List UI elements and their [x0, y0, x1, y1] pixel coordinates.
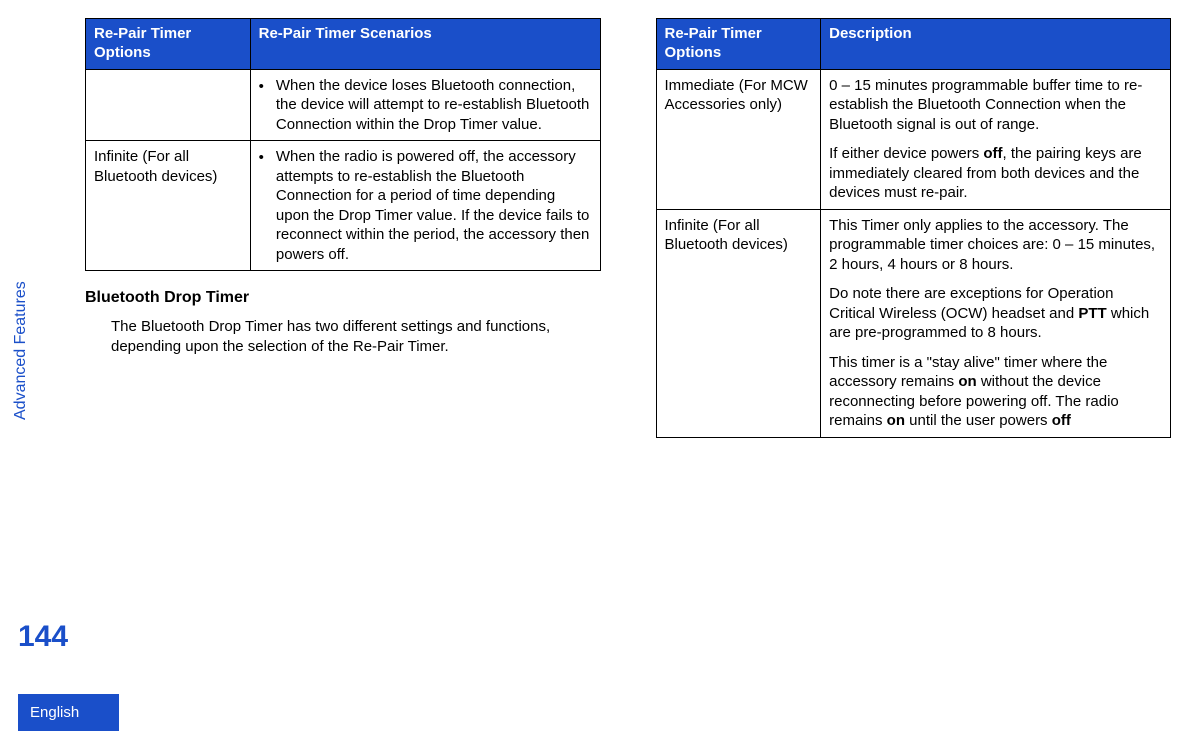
side-section-label: Advanced Features	[12, 281, 30, 420]
section-heading: Bluetooth Drop Timer	[85, 289, 601, 307]
desc-bold: PTT	[1078, 305, 1106, 322]
repair-timer-scenarios-table: Re-Pair Timer Options Re-Pair Timer Scen…	[85, 18, 601, 271]
table-header-row: Re-Pair Timer Options Re-Pair Timer Scen…	[86, 19, 601, 70]
table-row: Immediate (For MCW Accessories only) 0 –…	[656, 69, 1171, 209]
desc-bold: on	[887, 412, 905, 429]
bullet-item: When the radio is powered off, the acces…	[259, 147, 592, 264]
table-cell-option: Infinite (For all Bluetooth devices)	[86, 141, 251, 271]
left-column: Re-Pair Timer Options Re-Pair Timer Scen…	[85, 18, 601, 456]
table-cell-scenario: When the radio is powered off, the acces…	[250, 141, 600, 271]
table-header-cell: Re-Pair Timer Options	[656, 19, 821, 70]
table-row: When the device loses Bluetooth connecti…	[86, 69, 601, 141]
table-row: Infinite (For all Bluetooth devices) Whe…	[86, 141, 601, 271]
table-row: Infinite (For all Bluetooth devices) Thi…	[656, 209, 1171, 437]
desc-text: until the user powers	[905, 412, 1052, 429]
repair-timer-description-table: Re-Pair Timer Options Description Immedi…	[656, 18, 1172, 438]
body-paragraph: The Bluetooth Drop Timer has two differe…	[111, 317, 601, 358]
desc-text: 0 – 15 minutes programmable buffer time …	[829, 77, 1142, 133]
table-cell-option	[86, 69, 251, 141]
table-header-cell: Description	[821, 19, 1171, 70]
table-cell-scenario: When the device loses Bluetooth connecti…	[250, 69, 600, 141]
page-number: 144	[18, 620, 68, 654]
bullet-item: When the device loses Bluetooth connecti…	[259, 76, 592, 135]
table-header-row: Re-Pair Timer Options Description	[656, 19, 1171, 70]
table-header-cell: Re-Pair Timer Scenarios	[250, 19, 600, 70]
page-content: Re-Pair Timer Options Re-Pair Timer Scen…	[85, 18, 1171, 456]
table-cell-description: 0 – 15 minutes programmable buffer time …	[821, 69, 1171, 209]
desc-text: If either device powers	[829, 145, 983, 162]
desc-text: Do note there are exceptions for Operati…	[829, 285, 1113, 322]
desc-bold: off	[983, 145, 1002, 162]
table-cell-description: This Timer only applies to the accessory…	[821, 209, 1171, 437]
desc-bold: off	[1052, 412, 1071, 429]
table-cell-option: Immediate (For MCW Accessories only)	[656, 69, 821, 209]
right-column: Re-Pair Timer Options Description Immedi…	[656, 18, 1172, 456]
desc-bold: on	[958, 373, 976, 390]
language-tab: English	[18, 694, 119, 731]
desc-text: This Timer only applies to the accessory…	[829, 217, 1155, 273]
table-cell-option: Infinite (For all Bluetooth devices)	[656, 209, 821, 437]
table-header-cell: Re-Pair Timer Options	[86, 19, 251, 70]
